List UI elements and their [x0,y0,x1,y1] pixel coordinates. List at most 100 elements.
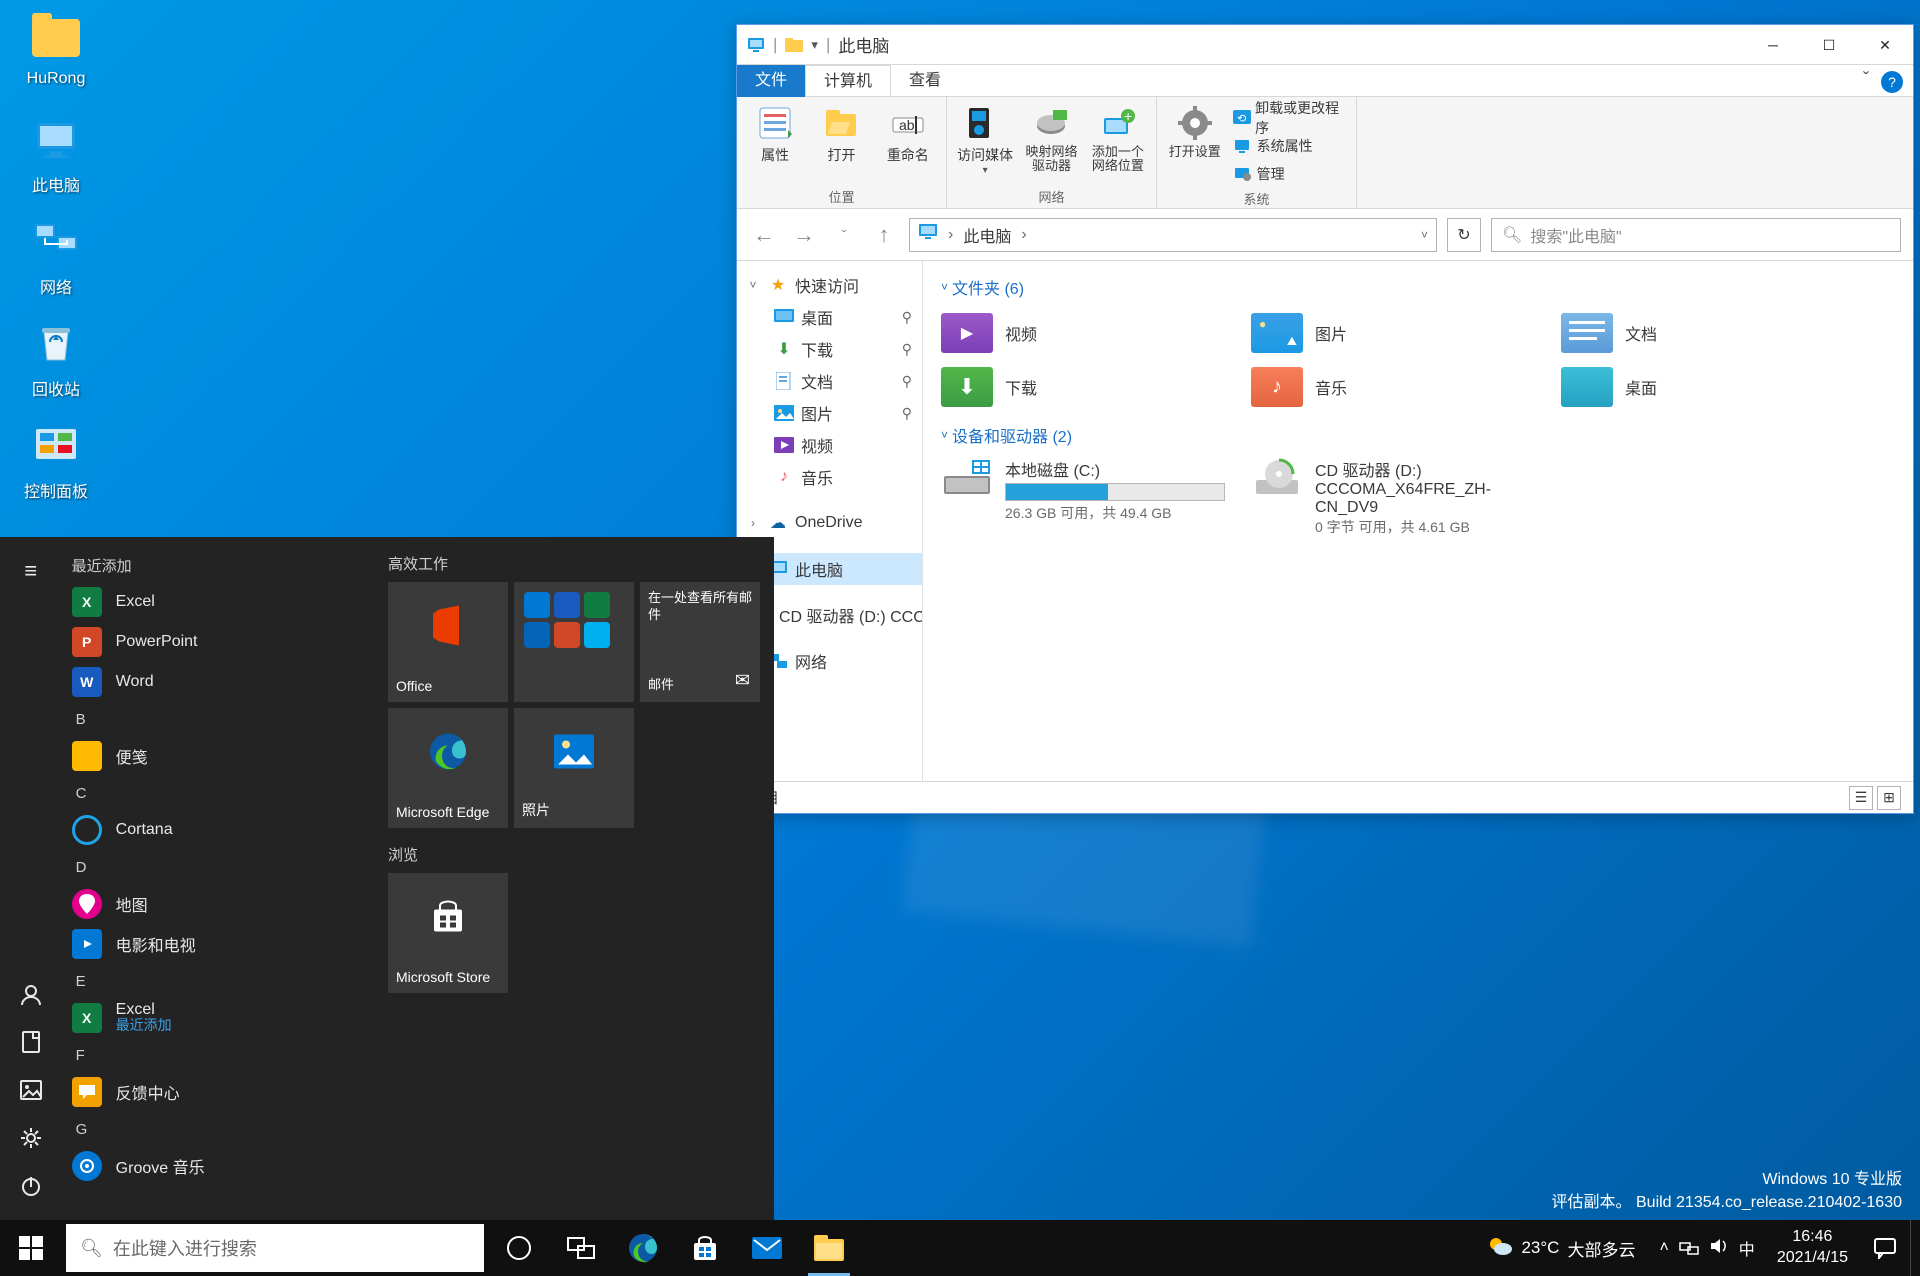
nav-quick-access[interactable]: ˅★快速访问 [737,269,922,301]
collapse-ribbon-button[interactable]: ˇ [1863,69,1869,90]
app-cortana[interactable]: Cortana [62,810,374,850]
start-app-list[interactable]: 最近添加 XExcel PPowerPoint WWord B 便笺 C Cor… [62,537,374,1220]
start-user-button[interactable] [0,970,62,1018]
view-details-button[interactable]: ☰ [1849,786,1873,810]
app-movies-tv[interactable]: 电影和电视 [62,924,374,964]
minimize-button[interactable]: ─ [1745,25,1801,65]
start-power-button[interactable] [0,1162,62,1210]
app-excel-e[interactable]: XExcel最近添加 [62,998,374,1038]
nav-pictures[interactable]: 图片⚲ [737,397,922,429]
nav-downloads[interactable]: ⬇下载⚲ [737,333,922,365]
nav-videos[interactable]: 视频 [737,429,922,461]
desktop-icon-control-panel[interactable]: 控制面板 [6,418,106,502]
dropdown-icon[interactable]: ▾ [811,37,818,53]
folder-desktop[interactable]: 桌面 [1561,363,1851,411]
ribbon-open[interactable]: 打开 [811,103,871,165]
ribbon-sysprops[interactable]: 系统属性 [1231,133,1348,159]
drive-c[interactable]: 本地磁盘 (C:) 26.3 GB 可用，共 49.4 GB [941,457,1231,537]
desktop-icon-hurong[interactable]: HuRong [6,10,106,88]
tile-edge[interactable]: Microsoft Edge [388,708,508,828]
nav-up-button[interactable]: ↑ [869,220,899,250]
taskbar-weather[interactable]: 23°C 大部多云 [1473,1235,1649,1262]
ribbon-uninstall[interactable]: ⟲卸载或更改程序 [1231,105,1348,131]
tile-store[interactable]: Microsoft Store [388,873,508,993]
tray-ime[interactable]: 中 [1739,1236,1755,1260]
letter-header-d[interactable]: D [62,850,374,884]
tray-network-icon[interactable] [1679,1237,1699,1260]
drive-d[interactable]: CD 驱动器 (D:) CCCOMA_X64FRE_ZH-CN_DV9 0 字节… [1251,457,1541,537]
app-excel[interactable]: XExcel [62,582,374,622]
ribbon-rename[interactable]: ab 重命名 [878,103,938,165]
taskbar-explorer[interactable] [798,1220,860,1276]
ribbon-map-drive[interactable]: 映射网络驱动器 [1021,103,1081,176]
taskbar-mail[interactable] [736,1220,798,1276]
help-button[interactable]: ? [1881,71,1903,93]
ribbon-access-media[interactable]: 访问媒体 ▾ [955,103,1015,176]
maximize-button[interactable]: ☐ [1801,25,1857,65]
app-powerpoint[interactable]: PPowerPoint [62,622,374,662]
start-button[interactable] [0,1220,62,1276]
ribbon-properties[interactable]: 属性 [745,103,805,165]
taskbar-search[interactable]: 🔍︎ 在此键入进行搜索 [66,1224,484,1272]
taskbar-store[interactable] [674,1220,736,1276]
address-field[interactable]: › 此电脑 › ˅ [909,218,1437,252]
desktop-icon-this-pc[interactable]: 此电脑 [6,112,106,196]
taskbar-clock[interactable]: 16:46 2021/4/15 [1765,1227,1860,1269]
desktop-icon-recycle-bin[interactable]: 回收站 [6,316,106,400]
folder-music[interactable]: ♪音乐 [1251,363,1541,411]
action-center-button[interactable] [1860,1220,1910,1276]
refresh-button[interactable]: ↻ [1447,218,1481,252]
nav-desktop[interactable]: 桌面⚲ [737,301,922,333]
section-folders-header[interactable]: ˅文件夹 (6) [941,275,1895,299]
system-tray[interactable]: ˄ 中 [1649,1236,1764,1260]
letter-header-c[interactable]: C [62,776,374,810]
app-maps[interactable]: 地图 [62,884,374,924]
tab-computer[interactable]: 计算机 [805,65,891,97]
title-bar[interactable]: | ▾ | 此电脑 ─ ☐ ✕ [737,25,1913,65]
view-icons-button[interactable]: ⊞ [1877,786,1901,810]
ribbon-open-settings[interactable]: 打开设置 [1165,103,1225,187]
folder-downloads[interactable]: ⬇下载 [941,363,1231,411]
ribbon-manage[interactable]: 管理 [1231,161,1348,187]
start-documents-button[interactable] [0,1018,62,1066]
nav-back-button[interactable]: ← [749,220,779,250]
nav-music[interactable]: ♪音乐 [737,461,922,493]
nav-forward-button[interactable]: → [789,220,819,250]
letter-header-b[interactable]: B [62,702,374,736]
start-settings-button[interactable] [0,1114,62,1162]
desktop-icon-network[interactable]: 网络 [6,214,106,298]
folder-videos[interactable]: ▶视频 [941,309,1231,357]
tab-view[interactable]: 查看 [891,65,959,97]
start-pictures-button[interactable] [0,1066,62,1114]
cortana-button[interactable] [488,1220,550,1276]
app-groove[interactable]: Groove 音乐 [62,1146,374,1186]
tray-volume-icon[interactable] [1709,1237,1729,1260]
ribbon-add-location[interactable]: + 添加一个网络位置 [1088,103,1148,176]
chevron-down-icon[interactable]: ˅ [1421,228,1428,242]
tile-photos[interactable]: 照片 [514,708,634,828]
folder-pictures[interactable]: ⛰●图片 [1251,309,1541,357]
close-button[interactable]: ✕ [1857,25,1913,65]
tray-chevron-icon[interactable]: ˄ [1659,1239,1668,1257]
taskbar-edge[interactable] [612,1220,674,1276]
show-desktop-button[interactable] [1910,1220,1920,1276]
nav-documents[interactable]: 文档⚲ [737,365,922,397]
nav-recent-button[interactable]: ˇ [829,220,859,250]
app-word[interactable]: WWord [62,662,374,702]
start-expand-button[interactable]: ≡ [0,547,62,595]
search-field[interactable]: 🔍︎ 搜索"此电脑" [1491,218,1901,252]
task-view-button[interactable] [550,1220,612,1276]
folder-documents[interactable]: 文档 [1561,309,1851,357]
letter-header-g[interactable]: G [62,1112,374,1146]
breadcrumb[interactable]: 此电脑 [963,223,1011,247]
tile-office-apps[interactable] [514,582,634,702]
section-drives-header[interactable]: ˅设备和驱动器 (2) [941,423,1895,447]
tab-file[interactable]: 文件 [737,65,805,97]
app-feedback[interactable]: 反馈中心 [62,1072,374,1112]
tile-office[interactable]: Office [388,582,508,702]
nav-onedrive[interactable]: ›☁OneDrive [737,507,922,539]
letter-header-e[interactable]: E [62,964,374,998]
letter-header-f[interactable]: F [62,1038,374,1072]
tile-mail[interactable]: 在一处查看所有邮件 邮件 ✉ [640,582,760,702]
app-sticky-notes[interactable]: 便笺 [62,736,374,776]
